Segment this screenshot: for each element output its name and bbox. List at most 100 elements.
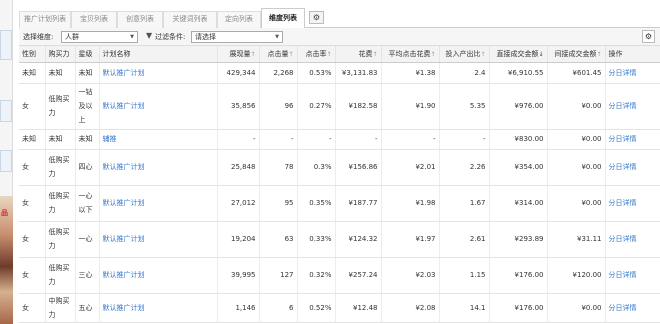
roi-value: 14.1: [469, 303, 486, 312]
action-value[interactable]: 分日详情: [609, 69, 637, 77]
col-cost[interactable]: 花费↑: [335, 46, 382, 63]
cell-action[interactable]: 分日详情: [605, 83, 660, 130]
cell-impressions: 429,344: [217, 62, 260, 84]
indirect-value: ¥0.00: [581, 163, 602, 171]
cell-action[interactable]: 分日详情: [605, 257, 660, 294]
gender-value: 女: [22, 102, 29, 110]
cell-plan[interactable]: 默认推广计划: [99, 149, 218, 186]
col-spending[interactable]: 购买力: [45, 46, 76, 63]
action-value[interactable]: 分日详情: [609, 102, 637, 110]
sort-icon: ↑: [596, 50, 602, 58]
cell-plan[interactable]: 默认推广计划: [99, 83, 218, 130]
column-settings-button[interactable]: ⚙: [642, 30, 655, 43]
cell-impressions: 39,995: [217, 257, 260, 294]
col-impressions[interactable]: 展现量↑: [217, 46, 260, 63]
cell-direct: ¥314.00: [489, 185, 548, 222]
indirect-value: ¥0.00: [581, 303, 602, 312]
tab-plan-list[interactable]: 推广计划列表: [19, 11, 71, 28]
cell-action[interactable]: 分日详情: [605, 62, 660, 84]
cell-plan[interactable]: 辅推: [99, 129, 218, 150]
col-direct[interactable]: 直接成交金额↓: [489, 46, 548, 63]
impressions-value: 39,995: [231, 271, 256, 279]
action-value[interactable]: 分日详情: [609, 304, 637, 312]
filter-icon: ▼: [146, 31, 153, 40]
cell-cost: ¥3,131.83: [335, 62, 382, 84]
col-star[interactable]: 星级: [75, 46, 100, 63]
cell-plan[interactable]: 默认推广计划: [99, 293, 218, 323]
col-cpc[interactable]: 平均点击花费↑: [381, 46, 440, 63]
plan-value[interactable]: 辅推: [103, 135, 117, 143]
indirect-value: ¥0.00: [581, 199, 602, 207]
cell-action[interactable]: 分日详情: [605, 149, 660, 186]
cell-action[interactable]: 分日详情: [605, 293, 660, 323]
plan-value[interactable]: 默认推广计划: [103, 69, 145, 77]
cell-star: 一心以下: [75, 185, 100, 222]
impressions-value: 1,146: [235, 303, 256, 312]
cpc-value: ¥2.01: [415, 163, 436, 171]
action-value[interactable]: 分日详情: [609, 199, 637, 207]
star-value: 一心以下: [78, 192, 93, 214]
cell-plan[interactable]: 默认推广计划: [99, 185, 218, 222]
cost-value: ¥187.77: [348, 199, 378, 207]
cell-cpc: ¥1.90: [381, 83, 440, 130]
cell-gender: 女: [19, 221, 46, 258]
cell-star: 一心: [75, 221, 100, 258]
cell-impressions: 1,146: [217, 293, 260, 323]
clicks-value: 95: [284, 199, 294, 207]
cell-clicks: 63: [259, 221, 298, 258]
cost-value: ¥3,131.83: [341, 68, 378, 77]
col-clicks[interactable]: 点击量↑: [259, 46, 298, 63]
tab-keyword-list[interactable]: 关键词列表: [163, 11, 217, 28]
product-photo: 品: [0, 196, 13, 324]
action-value[interactable]: 分日详情: [609, 163, 637, 171]
col-roi[interactable]: 投入产出比↑: [439, 46, 490, 63]
cell-star: 一钻及以上: [75, 83, 100, 130]
col-indirect[interactable]: 间接成交金额↑: [547, 46, 606, 63]
tab-dimension-list[interactable]: 维度列表: [261, 8, 305, 29]
roi-value: 1.67: [469, 199, 486, 207]
cell-clicks: 96: [259, 83, 298, 130]
cell-clicks: 6: [259, 293, 298, 323]
cell-direct: ¥293.89: [489, 221, 548, 258]
cell-gender: 未知: [19, 129, 46, 150]
action-value[interactable]: 分日详情: [609, 235, 637, 243]
col-gender[interactable]: 性别: [19, 46, 46, 63]
cell-gender: 女: [19, 149, 46, 186]
cell-action[interactable]: 分日详情: [605, 129, 660, 150]
cell-action[interactable]: 分日详情: [605, 185, 660, 222]
cell-plan[interactable]: 默认推广计划: [99, 221, 218, 258]
col-plan[interactable]: 计划名称: [99, 46, 218, 63]
chevron-down-icon: ▼: [275, 34, 279, 40]
plan-value[interactable]: 默认推广计划: [103, 163, 145, 171]
cell-plan[interactable]: 默认推广计划: [99, 257, 218, 294]
dimension-select[interactable]: 人群 ▼: [61, 31, 138, 43]
cell-plan[interactable]: 默认推广计划: [99, 62, 218, 84]
gender-value: 未知: [22, 135, 36, 143]
cost-value: -: [374, 135, 378, 143]
tab-creative-list[interactable]: 创意列表: [117, 11, 163, 28]
cell-impressions: 19,204: [217, 221, 260, 258]
cell-action[interactable]: 分日详情: [605, 221, 660, 258]
tab-item-list[interactable]: 宝贝列表: [71, 11, 117, 28]
cell-direct: ¥176.00: [489, 293, 548, 323]
plan-value[interactable]: 默认推广计划: [103, 235, 145, 243]
col-ctr[interactable]: 点击率↑: [297, 46, 336, 63]
gender-value: 女: [22, 199, 29, 207]
ctr-value: 0.52%: [309, 303, 332, 312]
condition-select[interactable]: 请选择 ▼: [191, 31, 283, 43]
background-page-edge: 品: [0, 0, 13, 324]
indirect-value: ¥0.00: [581, 102, 602, 110]
plan-value[interactable]: 默认推广计划: [103, 102, 145, 110]
clicks-value: 96: [284, 102, 294, 110]
action-value[interactable]: 分日详情: [609, 135, 637, 143]
sort-icon: ↑: [372, 50, 378, 58]
action-value[interactable]: 分日详情: [609, 271, 637, 279]
plan-value[interactable]: 默认推广计划: [103, 271, 145, 279]
roi-value: 2.26: [469, 163, 486, 171]
clicks-value: 78: [284, 163, 294, 171]
cell-cost: ¥12.48: [335, 293, 382, 323]
plan-value[interactable]: 默认推广计划: [103, 304, 145, 312]
tab-settings-button[interactable]: ⚙: [309, 11, 324, 24]
tab-targeting-list[interactable]: 定向列表: [217, 11, 261, 28]
plan-value[interactable]: 默认推广计划: [103, 199, 145, 207]
